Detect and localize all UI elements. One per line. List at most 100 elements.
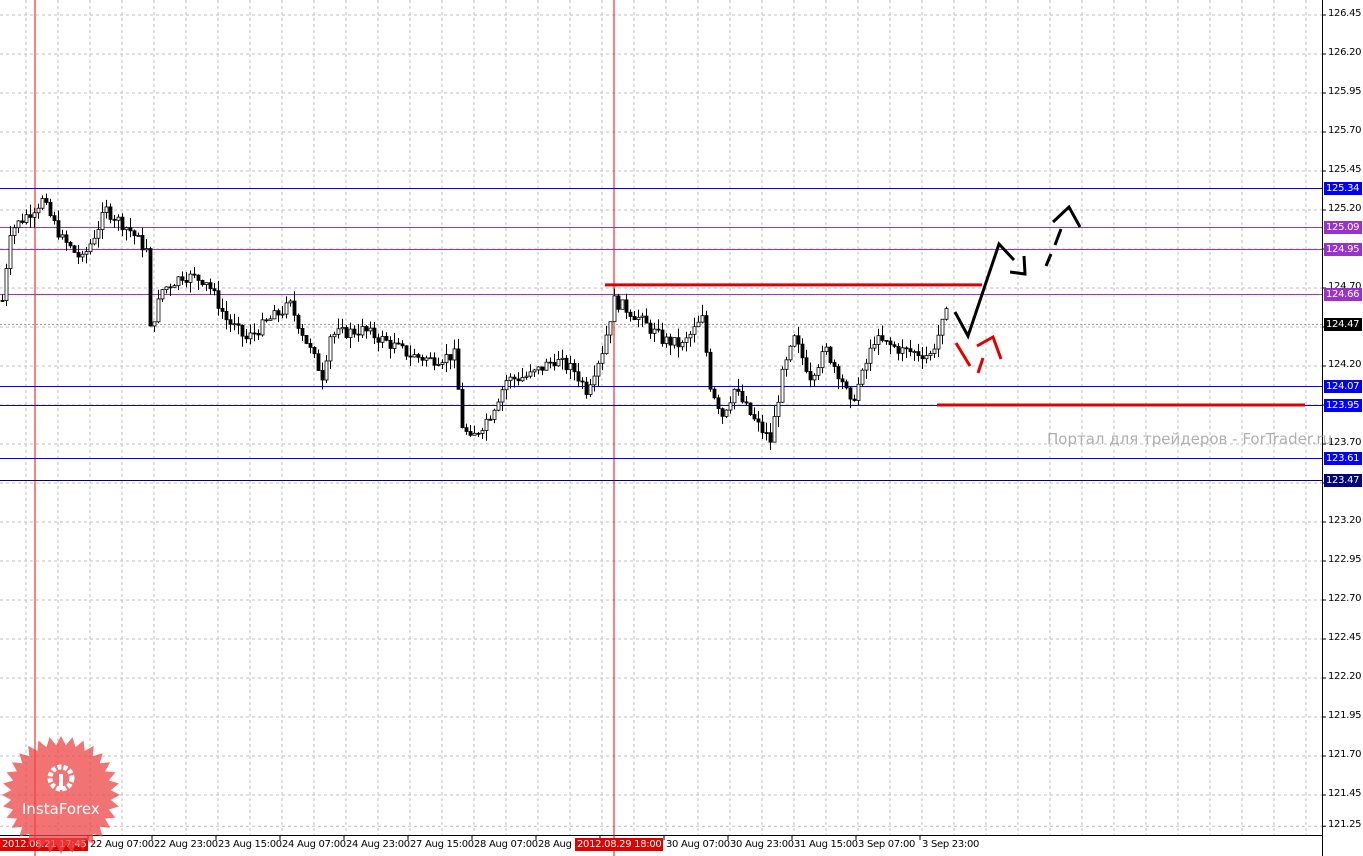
candle-body xyxy=(600,353,605,364)
candle-body xyxy=(392,342,397,349)
candle-body xyxy=(60,234,65,238)
candle-body xyxy=(828,346,833,363)
candle-body xyxy=(732,388,737,404)
y-tick-label: 123.70 xyxy=(1328,437,1362,448)
candle-body xyxy=(328,336,333,362)
candle-body xyxy=(488,418,493,421)
candle-body xyxy=(272,310,277,320)
candle-body xyxy=(696,321,701,328)
candle-body xyxy=(532,369,537,373)
candle-body xyxy=(628,311,633,317)
candle-body xyxy=(940,318,945,336)
candle-body xyxy=(12,227,17,236)
logo-starburst xyxy=(2,736,120,854)
candle-body xyxy=(32,212,37,218)
candle-body xyxy=(128,227,133,232)
candle-body xyxy=(208,282,213,290)
candle-body xyxy=(324,360,329,381)
candle-body xyxy=(568,363,573,371)
candle-body xyxy=(424,357,429,361)
alt-forecast-down xyxy=(954,342,972,367)
candle-body xyxy=(380,336,385,343)
y-tick-label: 123.20 xyxy=(1328,515,1362,526)
candle-body xyxy=(160,289,165,300)
candle-body xyxy=(196,274,201,281)
forecast-arrow-up xyxy=(953,241,1016,340)
candle-body xyxy=(204,282,209,286)
candle-body xyxy=(724,409,729,417)
candle-body xyxy=(916,351,921,357)
time-marker-label: 2012.08.29 18:00 xyxy=(575,838,664,851)
y-tick-label: 122.95 xyxy=(1328,554,1362,565)
candle-body xyxy=(604,334,609,355)
candle-body xyxy=(124,227,129,231)
candle-body xyxy=(456,348,461,390)
candle-body xyxy=(736,388,741,392)
candle-body xyxy=(676,337,681,348)
candle-body xyxy=(284,302,289,315)
candle-body xyxy=(332,333,337,338)
candle-body xyxy=(0,300,5,302)
candle-body xyxy=(592,375,597,386)
y-tick-label: 121.45 xyxy=(1328,788,1362,799)
candle-body xyxy=(928,353,933,357)
candle-body xyxy=(808,371,813,381)
candle-body xyxy=(76,252,81,258)
candle-body xyxy=(296,314,301,329)
candle-body xyxy=(112,218,117,221)
candle-body xyxy=(780,368,785,403)
level-price-label: 125.34 xyxy=(1324,181,1362,195)
candle-body xyxy=(884,339,889,342)
candle-body xyxy=(892,344,897,347)
candle-body xyxy=(376,337,381,343)
candle-body xyxy=(784,359,789,370)
candle-body xyxy=(244,335,249,340)
candle-body xyxy=(656,328,661,331)
candle-body xyxy=(712,388,717,399)
candle-body xyxy=(184,279,189,283)
candle-body xyxy=(688,333,693,339)
candle-body xyxy=(28,214,33,218)
candle-body xyxy=(528,371,533,377)
candle-body xyxy=(280,313,285,316)
level-price-label: 125.09 xyxy=(1324,220,1362,234)
candle-body xyxy=(580,380,585,383)
candle-body xyxy=(484,418,489,431)
candle-body xyxy=(152,321,157,327)
candle-body xyxy=(156,298,161,323)
candle-body xyxy=(800,343,805,359)
x-tick-label: 24 Aug 07:00 xyxy=(282,839,346,850)
candle-body xyxy=(560,357,565,360)
level-price-label: 123.47 xyxy=(1324,473,1362,487)
y-tick-label: 125.95 xyxy=(1328,86,1362,97)
x-tick-label: 31 Aug 15:00 xyxy=(794,839,858,850)
candle-body xyxy=(944,308,949,320)
candle-body xyxy=(252,332,257,335)
candle-body xyxy=(664,336,669,344)
candle-body xyxy=(816,367,821,376)
candle-body xyxy=(792,335,797,347)
candle-body xyxy=(504,380,509,391)
candle-body xyxy=(672,337,677,346)
level-price-label: 123.95 xyxy=(1324,398,1362,412)
candle-body xyxy=(788,345,793,361)
price-chart[interactable] xyxy=(0,0,1363,856)
y-tick-label: 121.25 xyxy=(1328,819,1362,831)
candle-body xyxy=(360,326,365,336)
candle-body xyxy=(700,315,705,323)
candle-body xyxy=(344,327,349,339)
candle-body xyxy=(144,248,149,251)
candle-body xyxy=(444,354,449,363)
candle-body xyxy=(760,421,765,433)
candle-body xyxy=(388,339,393,349)
candle-body xyxy=(564,357,569,371)
candle-body xyxy=(768,432,773,443)
candle-body xyxy=(300,328,305,336)
candle-body xyxy=(512,376,517,380)
candle-body xyxy=(644,315,649,324)
candle-body xyxy=(936,334,941,350)
candle-body xyxy=(372,327,377,339)
x-tick-label: 23 Aug 15:00 xyxy=(218,839,282,850)
y-tick-label: 122.20 xyxy=(1328,671,1362,682)
candle-body xyxy=(356,333,361,336)
